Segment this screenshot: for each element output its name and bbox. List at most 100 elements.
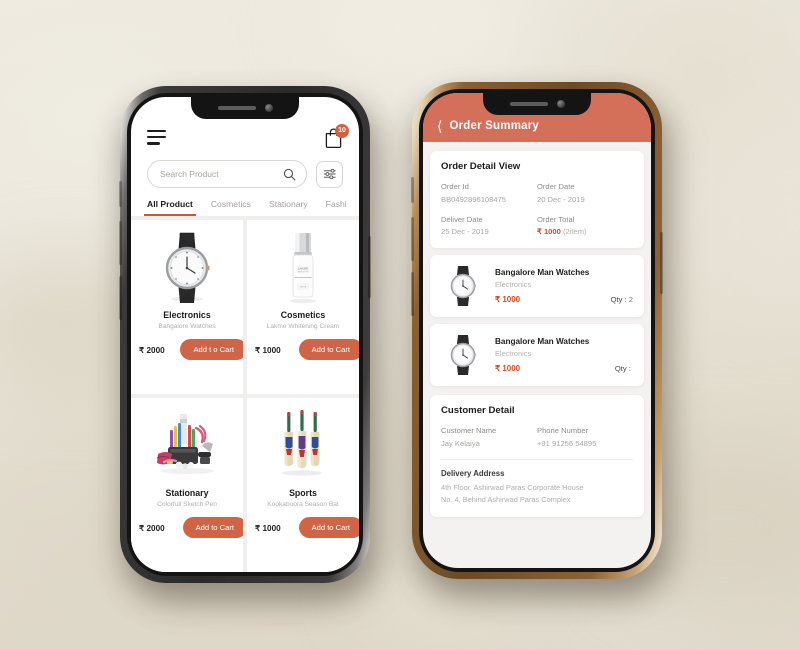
product-description: Colorfull Sketch Pen: [157, 501, 217, 508]
order-item-name: Bangalore Man Watches: [495, 267, 590, 277]
customer-name-label: Customer Name: [441, 426, 497, 435]
search-icon: [283, 168, 296, 180]
order-id-value: BB0492896108475: [441, 194, 507, 204]
tab-fashion[interactable]: Fashi: [326, 199, 347, 216]
customer-fields: Customer Name Jay Kelaiya Phone Number +…: [441, 426, 633, 448]
product-price: ₹ 2000: [139, 523, 165, 533]
order-detail-fields: Order Id BB0492896108475 Order Date 20 D…: [441, 182, 633, 236]
order-id-label: Order Id: [441, 182, 469, 191]
product-image: [144, 407, 230, 485]
product-name: Sports: [289, 488, 317, 498]
qty-label: Qty :: [610, 295, 627, 305]
order-detail-title: Order Detail View: [441, 161, 521, 172]
product-footer: ₹ 1000 Add to Cart: [255, 339, 359, 360]
volume-down-button[interactable]: [119, 276, 122, 320]
right-phone-mockup: ⟨ Order Summary Order Detail View Order …: [411, 82, 663, 579]
phone-number-field: Phone Number +91 91256 54895: [537, 426, 633, 448]
product-description: Bangalore Watches: [158, 323, 216, 330]
order-item-body: Bangalore Man Watches Electronics ₹ 1000…: [495, 268, 633, 305]
product-card[interactable]: Electronics Bangalore Watches ₹ 2000 Add…: [131, 220, 243, 394]
product-card[interactable]: LAKME ABSOLUTE WHITE Cosmetics Lakme Whi…: [247, 220, 359, 394]
category-tabs: All Product Cosmetics Stationary Fashi: [131, 188, 359, 216]
order-summary-app: ⟨ Order Summary Order Detail View Order …: [423, 93, 651, 568]
front-camera: [264, 104, 273, 112]
add-to-cart-button[interactable]: Add to Cart: [298, 339, 359, 360]
left-phone-mockup: 10 Search Product All Product Cosmetics …: [119, 86, 371, 583]
section-divider: [441, 458, 633, 460]
qty-label: Qty :: [614, 364, 631, 374]
earpiece-speaker: [217, 106, 256, 110]
product-grid: Electronics Bangalore Watches ₹ 2000 Add…: [131, 216, 359, 572]
product-name: Cosmetics: [280, 310, 326, 320]
phone-number-value: +91 91256 54895: [537, 438, 597, 448]
order-total-value: ₹ 1000: [537, 227, 561, 236]
product-name: Stationary: [165, 488, 209, 498]
add-to-cart-button[interactable]: Add t o Cart: [180, 339, 243, 360]
order-total-row: ₹ 1000 (2item): [537, 227, 633, 236]
customer-detail-title: Customer Detail: [441, 405, 515, 416]
add-to-cart-button[interactable]: Add to Cart: [182, 517, 243, 538]
hamburger-menu-icon[interactable]: [147, 127, 166, 145]
wrist-watch-icon: [450, 266, 477, 306]
deliver-date-field: Deliver Date 25 Dec - 2019: [441, 215, 537, 237]
tab-cosmetics[interactable]: Cosmetics: [211, 199, 251, 216]
add-to-cart-button[interactable]: Add to Cart: [298, 517, 359, 538]
svg-text:ABSOLUTE: ABSOLUTE: [297, 271, 309, 274]
product-footer: ₹ 2000 Add t o Cart: [139, 339, 243, 360]
order-item-price: ₹ 1000: [495, 295, 521, 305]
search-row: [131, 148, 359, 188]
order-item-body: Bangalore Man Watches Electronics ₹ 1000…: [495, 337, 633, 374]
background-blur-blob: [720, 120, 800, 320]
order-item-name: Bangalore Man Watches: [495, 336, 590, 346]
qty-value: 2: [628, 295, 633, 305]
product-price: ₹ 2000: [139, 345, 165, 355]
power-button[interactable]: [368, 236, 371, 298]
order-line-item[interactable]: Bangalore Man Watches Electronics ₹ 1000…: [430, 255, 644, 317]
deliver-date-label: Deliver Date: [441, 214, 483, 224]
order-summary-scroll[interactable]: Order Detail View Order Id BB04928961084…: [423, 142, 651, 568]
order-line-item[interactable]: Bangalore Man Watches Electronics ₹ 1000…: [430, 324, 644, 386]
svg-text:WHITE: WHITE: [300, 286, 307, 288]
page-title: Order Summary: [449, 120, 539, 132]
wrist-watch-icon: [450, 335, 477, 375]
order-date-label: Order Date: [537, 182, 575, 191]
customer-detail-card: Customer Detail Customer Name Jay Kelaiy…: [430, 395, 644, 517]
phone-number-label: Phone Number: [537, 426, 589, 435]
order-item-category: Electronics: [495, 280, 532, 290]
volume-down-button[interactable]: [411, 272, 414, 316]
order-item-image: [441, 333, 485, 377]
product-description: Kookaboora Season Bat: [267, 501, 339, 508]
order-item-price: ₹ 1000: [495, 364, 521, 374]
order-total-label: Order Total: [537, 214, 575, 224]
product-listing-app: 10 Search Product All Product Cosmetics …: [131, 97, 359, 572]
volume-up-button[interactable]: [119, 221, 122, 265]
power-button[interactable]: [660, 232, 663, 294]
chevron-left-icon[interactable]: ⟨: [437, 119, 442, 133]
product-image: LAKME ABSOLUTE WHITE: [281, 229, 325, 307]
tab-all-product[interactable]: All Product: [144, 199, 196, 216]
mute-switch[interactable]: [119, 181, 122, 207]
filter-button[interactable]: [316, 160, 343, 188]
order-date-value: 20 Dec - 2019: [537, 194, 585, 204]
volume-up-button[interactable]: [411, 217, 414, 261]
earpiece-speaker: [509, 102, 548, 106]
product-image: [273, 407, 333, 485]
tab-stationary[interactable]: Stationary: [269, 199, 308, 216]
product-price: ₹ 1000: [255, 345, 281, 355]
product-price: ₹ 1000: [255, 523, 281, 533]
product-description: Lakme Whitening Cream: [266, 323, 340, 330]
cart-button[interactable]: 10: [324, 124, 349, 148]
product-card[interactable]: Sports Kookaboora Season Bat ₹ 1000 Add …: [247, 398, 359, 572]
customer-name-field: Customer Name Jay Kelaiya: [441, 426, 537, 448]
filter-sliders-icon: [323, 168, 336, 180]
delivery-address-label: Delivery Address: [441, 468, 505, 478]
cricket-bats-icon: [282, 410, 322, 476]
search-input[interactable]: [160, 169, 283, 179]
search-box[interactable]: [147, 160, 307, 188]
svg-text:LAKME: LAKME: [298, 267, 309, 271]
mute-switch[interactable]: [411, 177, 414, 203]
order-item-footer: ₹ 1000 Qty :: [495, 364, 633, 373]
product-card[interactable]: Stationary Colorfull Sketch Pen ₹ 2000 A…: [131, 398, 243, 572]
customer-name-value: Jay Kelaiya: [441, 438, 480, 448]
product-footer: ₹ 2000 Add to Cart: [139, 517, 243, 538]
